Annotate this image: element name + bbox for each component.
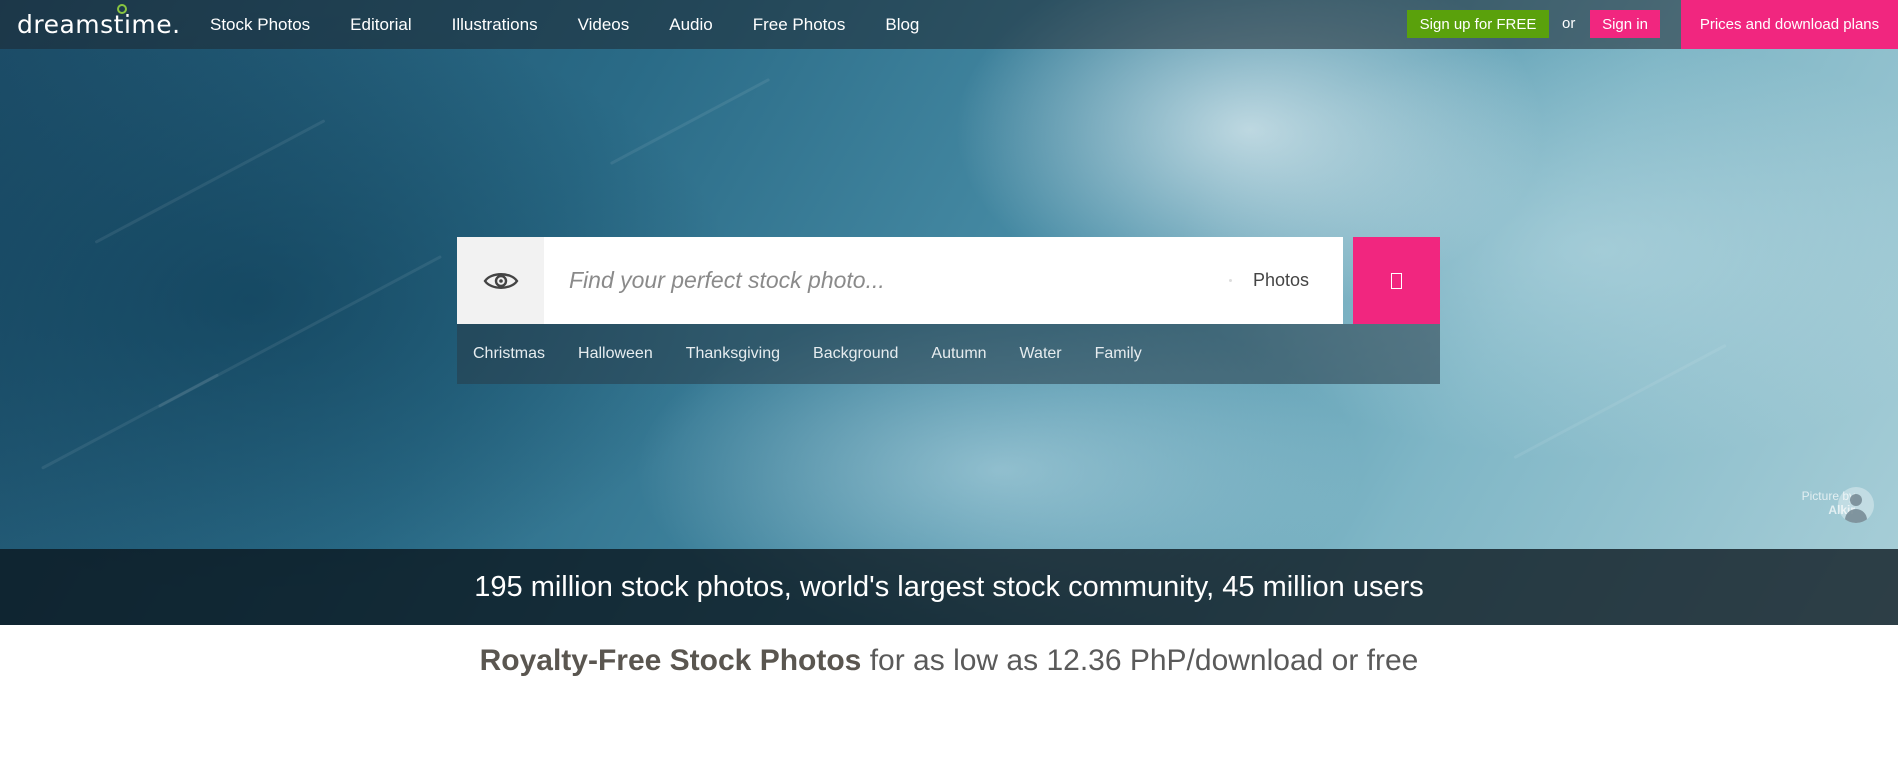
tag-family[interactable]: Family xyxy=(1095,345,1142,363)
avatar-body xyxy=(1845,509,1867,523)
prices-plans-button[interactable]: Prices and download plans xyxy=(1681,0,1898,49)
nav-free-photos[interactable]: Free Photos xyxy=(753,15,846,35)
signin-button[interactable]: Sign in xyxy=(1590,10,1660,38)
tag-christmas[interactable]: Christmas xyxy=(473,345,545,363)
water-streak xyxy=(1513,343,1727,460)
stats-banner: 195 million stock photos, world's larges… xyxy=(0,549,1898,625)
signup-button[interactable]: Sign up for FREE xyxy=(1407,10,1549,38)
logo-text: dreamstime. xyxy=(17,10,181,39)
search-bar: Photos xyxy=(457,237,1440,324)
search-type-label: Photos xyxy=(1252,270,1309,290)
main-nav: Stock Photos Editorial Illustrations Vid… xyxy=(210,0,959,49)
tag-thanksgiving[interactable]: Thanksgiving xyxy=(686,345,780,363)
nav-videos[interactable]: Videos xyxy=(578,15,630,35)
nav-stock-photos[interactable]: Stock Photos xyxy=(210,15,310,35)
author-avatar-icon[interactable] xyxy=(1838,487,1874,523)
or-label: or xyxy=(1562,15,1576,32)
nav-editorial[interactable]: Editorial xyxy=(350,15,411,35)
water-streak xyxy=(41,373,219,470)
search-icon xyxy=(1391,272,1402,289)
eye-icon xyxy=(483,272,518,289)
popular-tags-bar: Christmas Halloween Thanksgiving Backgro… xyxy=(457,324,1440,384)
hero-background: dreamstime. Stock Photos Editorial Illus… xyxy=(0,0,1898,625)
visual-search-button[interactable] xyxy=(457,237,544,324)
tag-autumn[interactable]: Autumn xyxy=(931,345,986,363)
search-input[interactable] xyxy=(544,237,1223,324)
avatar-head xyxy=(1850,494,1862,506)
pricing-tagline: Royalty-Free Stock Photos for as low as … xyxy=(0,644,1898,678)
tagline-strong: Royalty-Free Stock Photos xyxy=(479,644,862,677)
tag-water[interactable]: Water xyxy=(1020,345,1062,363)
logo-swirl-icon xyxy=(117,4,127,14)
select-divider xyxy=(1229,279,1232,282)
top-navigation-bar: dreamstime. Stock Photos Editorial Illus… xyxy=(0,0,1898,49)
tagline-rest: for as low as 12.36 PhP/download or free xyxy=(861,644,1419,677)
tag-background[interactable]: Background xyxy=(813,345,898,363)
search-type-select[interactable]: Photos xyxy=(1223,237,1343,324)
stats-text: 195 million stock photos, world's larges… xyxy=(474,570,1424,603)
search-submit-button[interactable] xyxy=(1353,237,1440,324)
tag-halloween[interactable]: Halloween xyxy=(578,345,653,363)
nav-blog[interactable]: Blog xyxy=(885,15,919,35)
nav-illustrations[interactable]: Illustrations xyxy=(452,15,538,35)
water-streak xyxy=(94,119,326,244)
nav-audio[interactable]: Audio xyxy=(669,15,712,35)
dreamstime-logo[interactable]: dreamstime. xyxy=(17,4,181,39)
water-streak xyxy=(609,77,771,166)
